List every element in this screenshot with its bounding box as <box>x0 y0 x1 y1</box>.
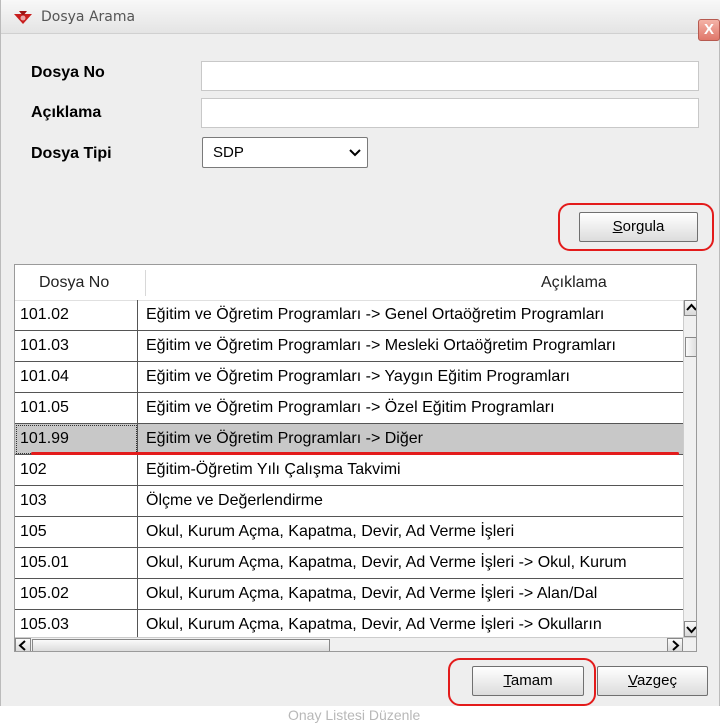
cell-dosya-no: 105.02 <box>15 579 138 610</box>
vertical-scrollbar[interactable] <box>683 300 696 637</box>
scroll-left-button[interactable] <box>15 638 31 651</box>
cell-aciklama: Okul, Kurum Açma, Kapatma, Devir, Ad Ver… <box>138 548 683 579</box>
cell-aciklama: Okul, Kurum Açma, Kapatma, Devir, Ad Ver… <box>138 579 683 610</box>
cell-aciklama: Eğitim ve Öğretim Programları -> Özel Eğ… <box>138 393 683 424</box>
close-button[interactable]: X <box>698 19 720 41</box>
cell-aciklama: Eğitim-Öğretim Yılı Çalışma Takvimi <box>138 455 683 486</box>
cell-aciklama: Eğitim ve Öğretim Programları -> Yaygın … <box>138 362 683 393</box>
cell-aciklama: Eğitim ve Öğretim Programları -> Genel O… <box>138 300 683 331</box>
cell-dosya-no: 101.02 <box>15 300 138 331</box>
aciklama-label: Açıklama <box>31 104 102 121</box>
background-window-text: Onay Listesi Düzenle <box>288 707 421 723</box>
table-row[interactable]: 102 Eğitim-Öğretim Yılı Çalışma Takvimi <box>15 455 683 486</box>
table-row[interactable]: 101.04 Eğitim ve Öğretim Programları -> Y… <box>15 362 683 393</box>
table-row[interactable]: 101.99 Eğitim ve Öğretim Programları -> D… <box>15 424 683 455</box>
cell-aciklama: Okul, Kurum Açma, Kapatma, Devir, Ad Ver… <box>138 517 683 548</box>
table-row[interactable]: 105.02 Okul, Kurum Açma, Kapatma, Devir, … <box>15 579 683 610</box>
table-row[interactable]: 101.05 Eğitim ve Öğretim Programları -> Ö… <box>15 393 683 424</box>
dosya-tipi-label: Dosya Tipi <box>31 145 112 162</box>
chevron-down-icon <box>686 626 696 634</box>
cell-aciklama: Eğitim ve Öğretim Programları -> Diğer <box>138 424 683 455</box>
chevron-up-icon <box>686 303 696 311</box>
scroll-right-button[interactable] <box>667 638 683 651</box>
cell-dosya-no: 101.99 <box>15 424 138 455</box>
title-bar[interactable]: Dosya Arama X <box>1 0 720 41</box>
cell-aciklama: Ölçme ve Değerlendirme <box>138 486 683 517</box>
column-header-dosya-no[interactable]: Dosya No <box>39 274 109 292</box>
dosya-no-label: Dosya No <box>31 64 105 81</box>
chevron-right-icon <box>672 640 680 651</box>
cell-aciklama: Eğitim ve Öğretim Programları -> Mesleki… <box>138 331 683 362</box>
column-header-aciklama[interactable]: Açıklama <box>541 274 607 292</box>
cell-dosya-no: 101.05 <box>15 393 138 424</box>
cell-dosya-no: 105.03 <box>15 610 138 637</box>
app-logo-icon <box>14 11 32 24</box>
table-header: Dosya No Açıklama <box>15 265 696 301</box>
scroll-down-button[interactable] <box>684 621 696 637</box>
cell-dosya-no: 101.04 <box>15 362 138 393</box>
table-row[interactable]: 101.03 Eğitim ve Öğretim Programları -> M… <box>15 331 683 362</box>
table-row[interactable]: 105.03 Okul, Kurum Açma, Kapatma, Devir, … <box>15 610 683 637</box>
cell-dosya-no: 101.03 <box>15 331 138 362</box>
table-row[interactable]: 101.02 Eğitim ve Öğretim Programları -> G… <box>15 300 683 331</box>
window-title: Dosya Arama <box>41 9 136 25</box>
cell-dosya-no: 105.01 <box>15 548 138 579</box>
close-icon: X <box>703 21 714 38</box>
cell-dosya-no: 102 <box>15 455 138 486</box>
horizontal-scrollbar[interactable] <box>15 637 696 651</box>
tamam-button[interactable]: Tamam <box>472 666 584 696</box>
chevron-left-icon <box>18 640 26 651</box>
dosya-tipi-selected-value: SDP <box>213 144 244 161</box>
table-row[interactable]: 105 Okul, Kurum Açma, Kapatma, Devir, Ad … <box>15 517 683 548</box>
horizontal-scroll-thumb[interactable] <box>32 639 330 651</box>
selected-row-annotation-underline <box>31 452 679 455</box>
table-row[interactable]: 103 Ölçme ve Değerlendirme <box>15 486 683 517</box>
sorgula-button[interactable]: Sorgula <box>579 212 698 242</box>
column-divider[interactable] <box>145 270 146 296</box>
aciklama-input[interactable] <box>201 98 699 128</box>
scroll-up-button[interactable] <box>684 300 696 316</box>
results-table: Dosya No Açıklama 101.02 Eğitim ve Öğreti… <box>14 264 697 652</box>
vertical-scroll-thumb[interactable] <box>685 337 696 357</box>
vazgec-button[interactable]: Vazgeç <box>597 666 708 696</box>
dosya-tipi-select[interactable]: SDP <box>202 137 368 168</box>
chevron-down-icon <box>349 149 361 157</box>
cell-dosya-no: 105 <box>15 517 138 548</box>
dosya-no-input[interactable] <box>201 61 699 91</box>
table-body: 101.02 Eğitim ve Öğretim Programları -> G… <box>15 300 683 637</box>
cell-aciklama: Okul, Kurum Açma, Kapatma, Devir, Ad Ver… <box>138 610 683 637</box>
cell-dosya-no: 103 <box>15 486 138 517</box>
dosya-arama-dialog: Dosya Arama X Dosya No Açıklama Dosya Ti… <box>0 0 720 706</box>
table-row[interactable]: 105.01 Okul, Kurum Açma, Kapatma, Devir, … <box>15 548 683 579</box>
